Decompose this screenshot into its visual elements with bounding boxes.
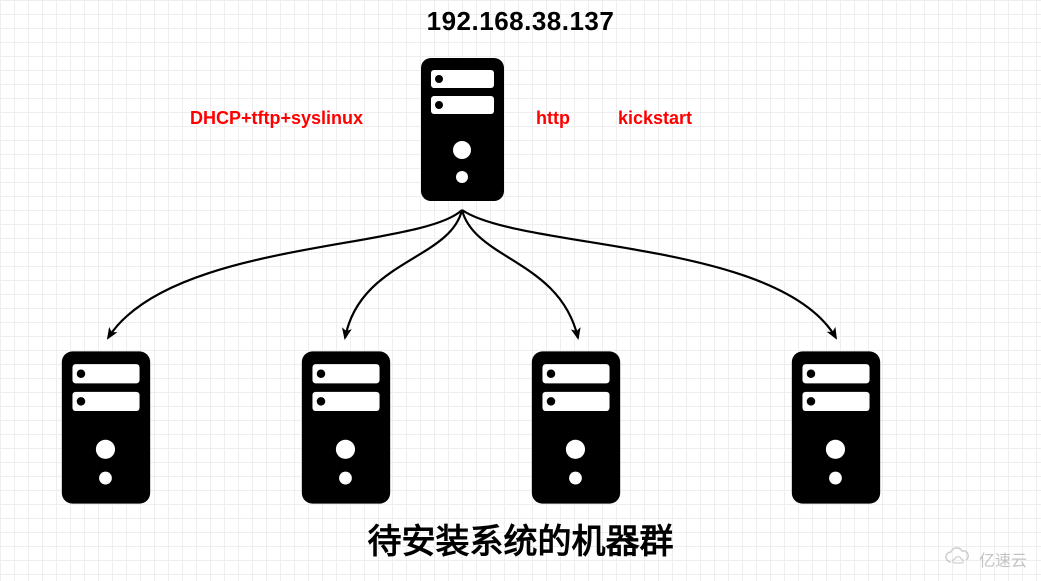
- client-server-3-icon: [525, 345, 627, 515]
- master-server-icon: [415, 52, 510, 212]
- client-server-1-icon: [55, 345, 157, 515]
- clients-caption: 待安装系统的机器群: [0, 514, 1041, 563]
- client-server-4-icon: [785, 345, 887, 515]
- watermark: 亿速云: [943, 546, 1027, 571]
- label-http: http: [536, 108, 570, 129]
- watermark-text: 亿速云: [979, 547, 1027, 571]
- server-ip-label: 192.168.38.137: [0, 6, 1041, 37]
- diagram-canvas: 192.168.38.137 DHCP+tftp+syslinux http k…: [0, 0, 1041, 581]
- client-server-2-icon: [295, 345, 397, 515]
- label-kickstart: kickstart: [618, 108, 692, 129]
- label-dhcp-tftp-syslinux: DHCP+tftp+syslinux: [190, 108, 363, 129]
- cloud-icon: [943, 546, 973, 571]
